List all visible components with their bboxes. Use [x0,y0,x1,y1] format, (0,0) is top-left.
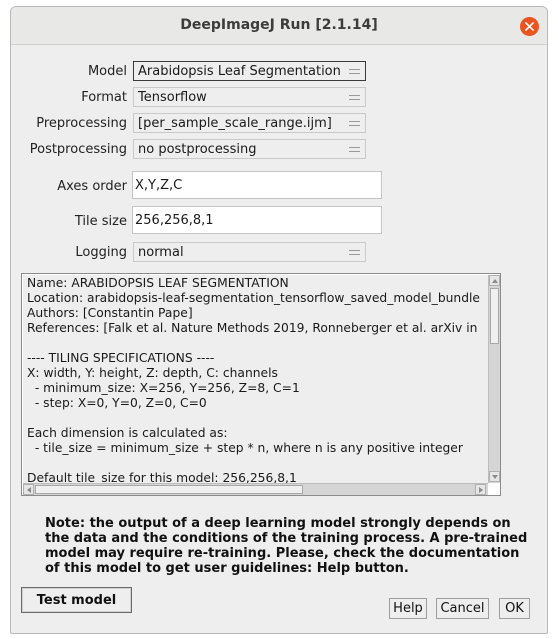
tile-size-field[interactable]: 256,256,8,1 [132,206,382,234]
model-info-panel[interactable]: Name: ARABIDOPSIS LEAF SEGMENTATION Loca… [21,273,501,496]
help-button[interactable]: Help [389,598,427,619]
horizontal-scroll-thumb[interactable] [35,485,303,494]
scroll-down-button[interactable] [489,471,500,482]
close-button[interactable] [520,17,539,36]
horizontal-scrollbar[interactable] [23,483,488,495]
preprocessing-value: [per_sample_scale_range.ijm] [138,115,332,131]
format-combo[interactable]: Tensorflow [133,87,366,107]
model-label: Model [87,64,127,79]
scroll-right-button[interactable] [475,484,486,495]
combo-arrow-icon [349,95,360,100]
arrow-right-icon [478,486,483,493]
tile-size-value: 256,256,8,1 [135,212,214,228]
cancel-button[interactable]: Cancel [436,598,489,619]
axes-order-value: X,Y,Z,C [135,177,183,193]
close-icon [525,22,534,31]
scroll-up-button[interactable] [489,275,500,286]
arrow-left-icon [26,486,31,493]
scroll-left-button[interactable] [23,484,34,495]
preprocessing-combo[interactable]: [per_sample_scale_range.ijm] [133,113,366,133]
model-value: Arabidopsis Leaf Segmentation [138,63,341,79]
combo-arrow-icon [349,147,360,152]
combo-arrow-icon [349,250,360,255]
vertical-scrollbar[interactable] [488,275,500,483]
postprocessing-value: no postprocessing [138,141,257,157]
axes-order-label: Axes order [57,179,127,194]
arrow-up-icon [491,278,498,283]
tile-size-label: Tile size [74,214,127,229]
axes-order-field[interactable]: X,Y,Z,C [132,171,382,199]
format-label: Format [81,90,127,105]
format-value: Tensorflow [138,89,207,105]
arrow-down-icon [491,474,498,479]
model-combo[interactable]: Arabidopsis Leaf Segmentation [133,61,366,81]
ok-button[interactable]: OK [499,598,530,619]
model-info-text[interactable]: Name: ARABIDOPSIS LEAF SEGMENTATION Loca… [23,275,488,483]
logging-value: normal [138,244,184,260]
note-text: Note: the output of a deep learning mode… [45,516,528,576]
postprocessing-label: Postprocessing [29,142,127,157]
combo-arrow-icon [349,121,360,126]
title-bar[interactable]: DeepImageJ Run [2.1.14] [11,7,547,45]
window-title: DeepImageJ Run [2.1.14] [180,17,378,33]
logging-label: Logging [75,245,127,260]
deepimagej-run-dialog: DeepImageJ Run [2.1.14] Model Arabidopsi… [10,6,548,634]
logging-combo[interactable]: normal [133,242,366,262]
combo-arrow-icon [349,69,360,74]
test-model-button[interactable]: Test model [21,587,132,613]
postprocessing-combo[interactable]: no postprocessing [133,139,366,159]
preprocessing-label: Preprocessing [36,116,127,131]
vertical-scroll-thumb[interactable] [490,288,499,344]
